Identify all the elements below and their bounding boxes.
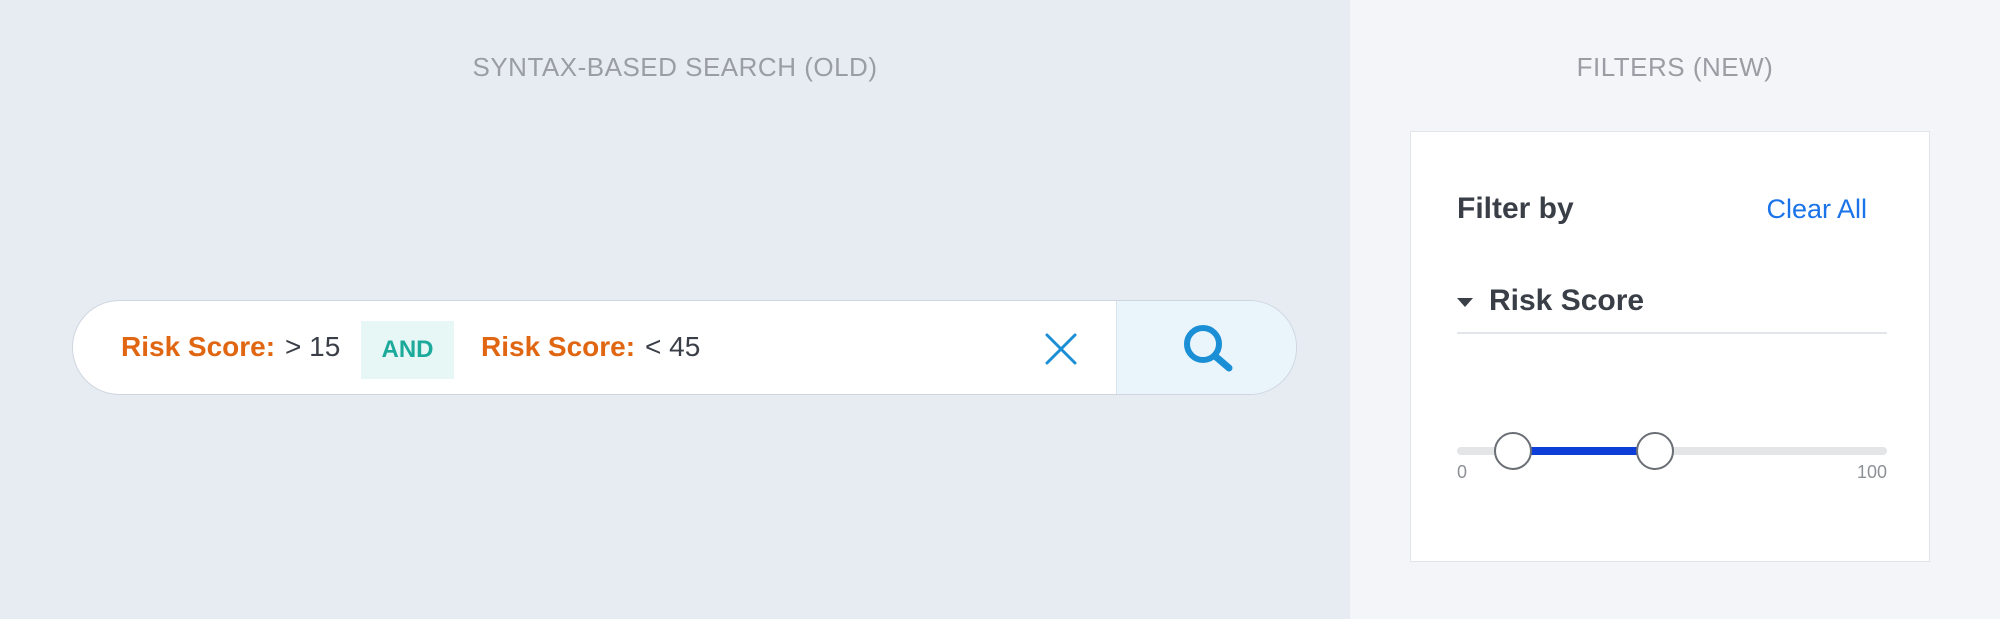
slider-thumb-low[interactable] xyxy=(1493,432,1532,470)
token-value-1: > 15 xyxy=(285,331,341,362)
syntax-search-panel: SYNTAX-BASED SEARCH (OLD) Risk Score: > … xyxy=(0,0,1350,619)
token-field-2: Risk Score: xyxy=(481,331,636,362)
token-field-1: Risk Score: xyxy=(121,331,276,362)
filter-card: Filter by Clear All Risk Score 0 100 xyxy=(1410,131,1930,562)
panel-title-old: SYNTAX-BASED SEARCH (OLD) xyxy=(472,52,878,82)
slider-thumb-high[interactable] xyxy=(1635,432,1674,470)
slider-range xyxy=(1512,447,1655,455)
close-icon[interactable] xyxy=(1043,331,1079,367)
search-icon xyxy=(1183,324,1232,371)
risk-score-section-toggle[interactable]: Risk Score xyxy=(1457,284,1887,334)
caret-down-icon xyxy=(1457,298,1473,307)
clear-all-link[interactable]: Clear All xyxy=(1766,194,1867,225)
search-button[interactable] xyxy=(1116,301,1296,394)
panel-title-new: FILTERS (NEW) xyxy=(1576,52,1774,82)
filter-heading: Filter by xyxy=(1457,192,1574,225)
operator-chip: AND xyxy=(361,321,454,379)
token-value-2: < 45 xyxy=(645,331,701,362)
risk-score-slider[interactable] xyxy=(1457,432,1887,472)
section-label: Risk Score xyxy=(1489,284,1645,317)
slider-min-label: 0 xyxy=(1457,462,1468,482)
slider-max-label: 100 xyxy=(1856,462,1887,482)
syntax-search-bar[interactable]: Risk Score: > 15 AND Risk Score: < 45 xyxy=(72,300,1297,395)
filters-panel: FILTERS (NEW) Filter by Clear All Risk S… xyxy=(1350,0,2000,619)
